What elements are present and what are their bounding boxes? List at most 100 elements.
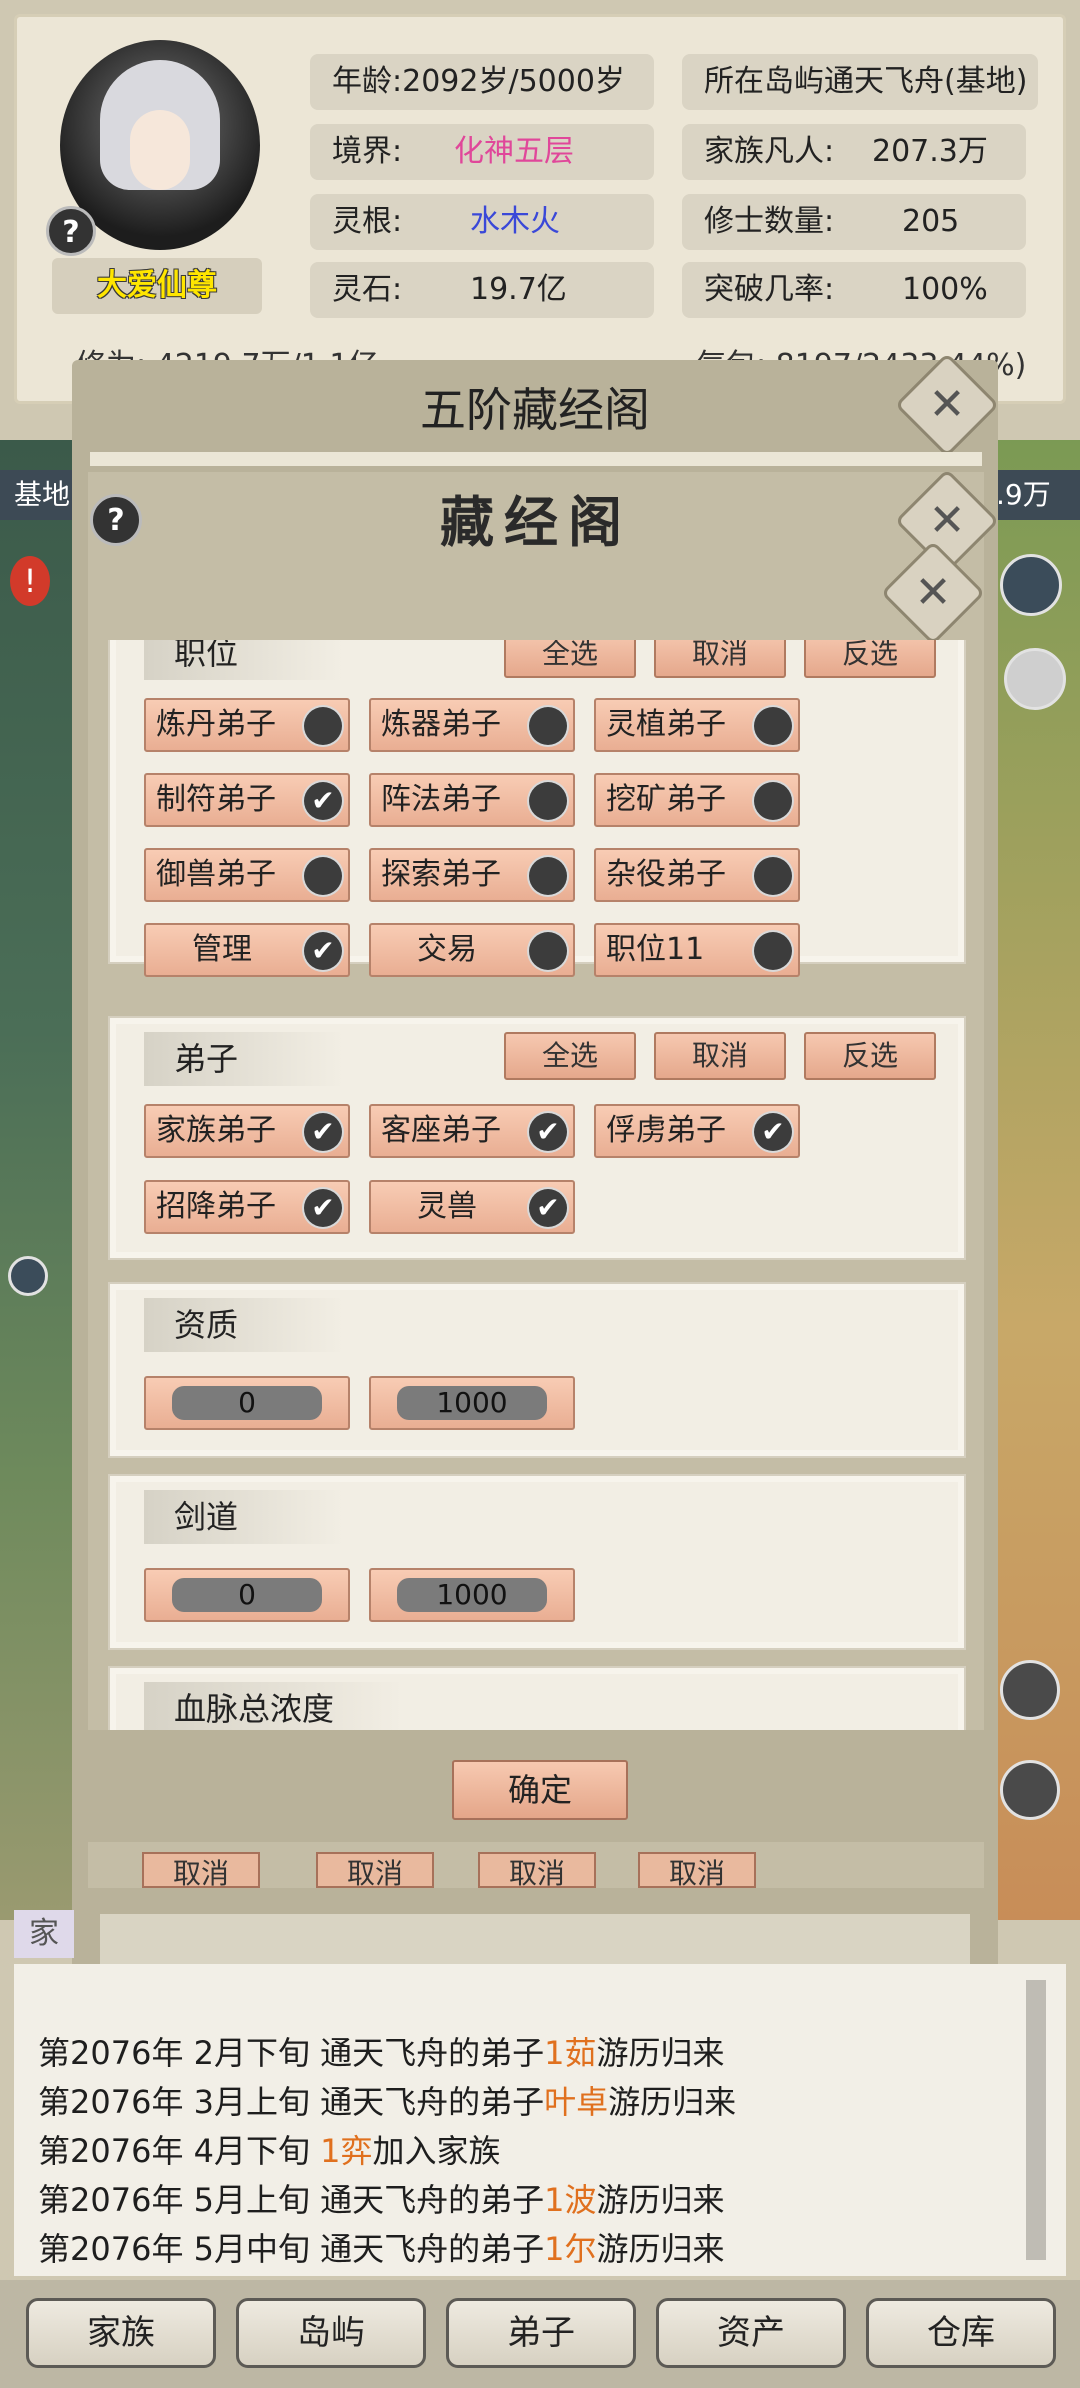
unchecked-icon — [529, 932, 567, 970]
cultivator-value: 205 — [902, 204, 960, 239]
island-stat: 所在岛屿通天飞舟(基地) — [682, 54, 1038, 110]
log-entry-text: 游历归来 — [596, 2230, 725, 2268]
blood-title: 血脉总浓度 — [144, 1682, 404, 1730]
checkmark-icon: ✔ — [529, 1189, 567, 1227]
unchecked-icon — [529, 857, 567, 895]
log-entry-name: 1茹 — [544, 2034, 597, 2072]
disciple-avatar-icon[interactable] — [8, 1256, 48, 1296]
aptitude-filter-panel: 资质 0 1000 — [108, 1282, 966, 1458]
log-entry-text: 加入家族 — [372, 2132, 501, 2170]
nav-family-button[interactable]: 家族 — [26, 2298, 216, 2368]
inner-title: 藏经阁 — [440, 490, 632, 554]
dialog-bottom-edge — [88, 1888, 984, 1910]
position-chip[interactable]: 挖矿弟子 — [594, 773, 800, 827]
island-value: 通天飞舟(基地) — [824, 64, 1028, 99]
position-chip[interactable]: 职位11 — [594, 923, 800, 977]
aptitude-max-field[interactable]: 1000 — [369, 1376, 575, 1430]
checkmark-icon: ✔ — [529, 1113, 567, 1151]
position-chip-label: 灵植弟子 — [606, 707, 726, 742]
position-chip[interactable]: 炼器弟子 — [369, 698, 575, 752]
nav-disciple-button[interactable]: 弟子 — [446, 2298, 636, 2368]
aptitude-title: 资质 — [144, 1298, 344, 1352]
help-icon[interactable]: ? — [46, 206, 96, 256]
close-icon: ✕ — [914, 567, 952, 618]
log-entry-text: 游历归来 — [596, 2181, 725, 2219]
log-entry-text: 第2076年 5月中旬 通天飞舟的弟子 — [38, 2230, 545, 2268]
close-map-icon[interactable] — [1004, 648, 1066, 710]
island-label: 所在岛屿 — [704, 64, 824, 99]
stone-value: 19.7亿 — [470, 272, 567, 307]
dialog-help-icon[interactable]: ? — [90, 494, 142, 546]
disciple-type-chip[interactable]: 灵兽 ✔ — [369, 1180, 575, 1234]
unchecked-icon — [754, 932, 792, 970]
log-scrollbar[interactable] — [1026, 1980, 1046, 2260]
position-chip[interactable]: 制符弟子 ✔ — [144, 773, 350, 827]
age-label: 年龄: — [332, 64, 403, 99]
disciple-type-chip-label: 客座弟子 — [381, 1113, 501, 1148]
peek-cancel-button[interactable]: 取消 — [316, 1852, 434, 1888]
root-value: 水木火 — [470, 204, 560, 239]
checkmark-icon: ✔ — [304, 932, 342, 970]
disciple-type-chip[interactable]: 俘虏弟子 ✔ — [594, 1104, 800, 1158]
sword-filter-panel: 剑道 0 1000 — [108, 1474, 966, 1650]
position-chip[interactable]: 交易 — [369, 923, 575, 977]
position-chip[interactable]: 杂役弟子 — [594, 848, 800, 902]
position-chip-label: 御兽弟子 — [156, 857, 276, 892]
positions-invert-button[interactable]: 反选 — [804, 640, 936, 678]
map-resource-tag: .9万 — [990, 470, 1080, 520]
position-chip[interactable]: 炼丹弟子 — [144, 698, 350, 752]
position-chip-label: 炼器弟子 — [381, 707, 501, 742]
position-chip[interactable]: 御兽弟子 — [144, 848, 350, 902]
unchecked-icon — [304, 857, 342, 895]
position-chip[interactable]: 探索弟子 — [369, 848, 575, 902]
breakthrough-stat: 突破几率: 100% — [682, 262, 1026, 318]
disciples-cancel-button[interactable]: 取消 — [654, 1032, 786, 1080]
filter-scroll-area[interactable]: 职位 全选 取消 反选 炼丹弟子 炼器弟子 灵植弟子 制符弟子 ✔ 阵法弟子 挖矿弟子 御兽弟… — [104, 640, 970, 1730]
alert-icon[interactable]: ! — [10, 556, 50, 606]
quest-icon[interactable] — [1000, 1660, 1060, 1720]
settings-icon[interactable] — [1000, 1760, 1060, 1820]
position-chip-label: 炼丹弟子 — [156, 707, 276, 742]
play-icon[interactable] — [1000, 554, 1062, 616]
position-chip[interactable]: 阵法弟子 — [369, 773, 575, 827]
breakthrough-label: 突破几率: — [704, 272, 835, 307]
root-stat: 灵根: 水木火 — [310, 194, 654, 250]
log-tab[interactable]: 家 — [14, 1910, 74, 1958]
disciple-type-chip[interactable]: 客座弟子 ✔ — [369, 1104, 575, 1158]
log-entry-name: 1尔 — [544, 2230, 597, 2268]
checkmark-icon: ✔ — [754, 1113, 792, 1151]
unchecked-icon — [754, 857, 792, 895]
disciple-type-chip[interactable]: 家族弟子 ✔ — [144, 1104, 350, 1158]
positions-cancel-button[interactable]: 取消 — [654, 640, 786, 678]
peek-cancel-button[interactable]: 取消 — [142, 1852, 260, 1888]
position-chip[interactable]: 管理 ✔ — [144, 923, 350, 977]
sword-min-field[interactable]: 0 — [144, 1568, 350, 1622]
confirm-button[interactable]: 确定 — [452, 1760, 628, 1820]
aptitude-min-field[interactable]: 0 — [144, 1376, 350, 1430]
nav-assets-button[interactable]: 资产 — [656, 2298, 846, 2368]
log-entry-name: 叶卓 — [544, 2083, 609, 2121]
position-chip-label: 制符弟子 — [156, 782, 276, 817]
position-chip-label: 管理 — [192, 932, 252, 967]
sword-title: 剑道 — [144, 1490, 344, 1544]
mortal-label: 家族凡人: — [704, 134, 835, 169]
peek-cancel-button[interactable]: 取消 — [638, 1852, 756, 1888]
log-entry-name: 1弈 — [320, 2132, 373, 2170]
map-location-tag: 基地 — [0, 470, 80, 520]
peek-cancel-button[interactable]: 取消 — [478, 1852, 596, 1888]
nav-warehouse-button[interactable]: 仓库 — [866, 2298, 1056, 2368]
disciples-invert-button[interactable]: 反选 — [804, 1032, 936, 1080]
positions-select-all-button[interactable]: 全选 — [504, 640, 636, 678]
log-entry: 第2076年 3月上旬 通天飞舟的弟子叶卓游历归来 — [38, 2077, 736, 2123]
sword-max-value: 1000 — [397, 1578, 547, 1612]
position-chip[interactable]: 灵植弟子 — [594, 698, 800, 752]
unchecked-icon — [304, 707, 342, 745]
unchecked-icon — [529, 707, 567, 745]
log-entry-text: 游历归来 — [596, 2034, 725, 2072]
disciple-type-chip[interactable]: 招降弟子 ✔ — [144, 1180, 350, 1234]
sword-max-field[interactable]: 1000 — [369, 1568, 575, 1622]
disciple-type-chip-label: 灵兽 — [417, 1189, 477, 1224]
stone-label: 灵石: — [332, 272, 403, 307]
disciples-select-all-button[interactable]: 全选 — [504, 1032, 636, 1080]
nav-island-button[interactable]: 岛屿 — [236, 2298, 426, 2368]
